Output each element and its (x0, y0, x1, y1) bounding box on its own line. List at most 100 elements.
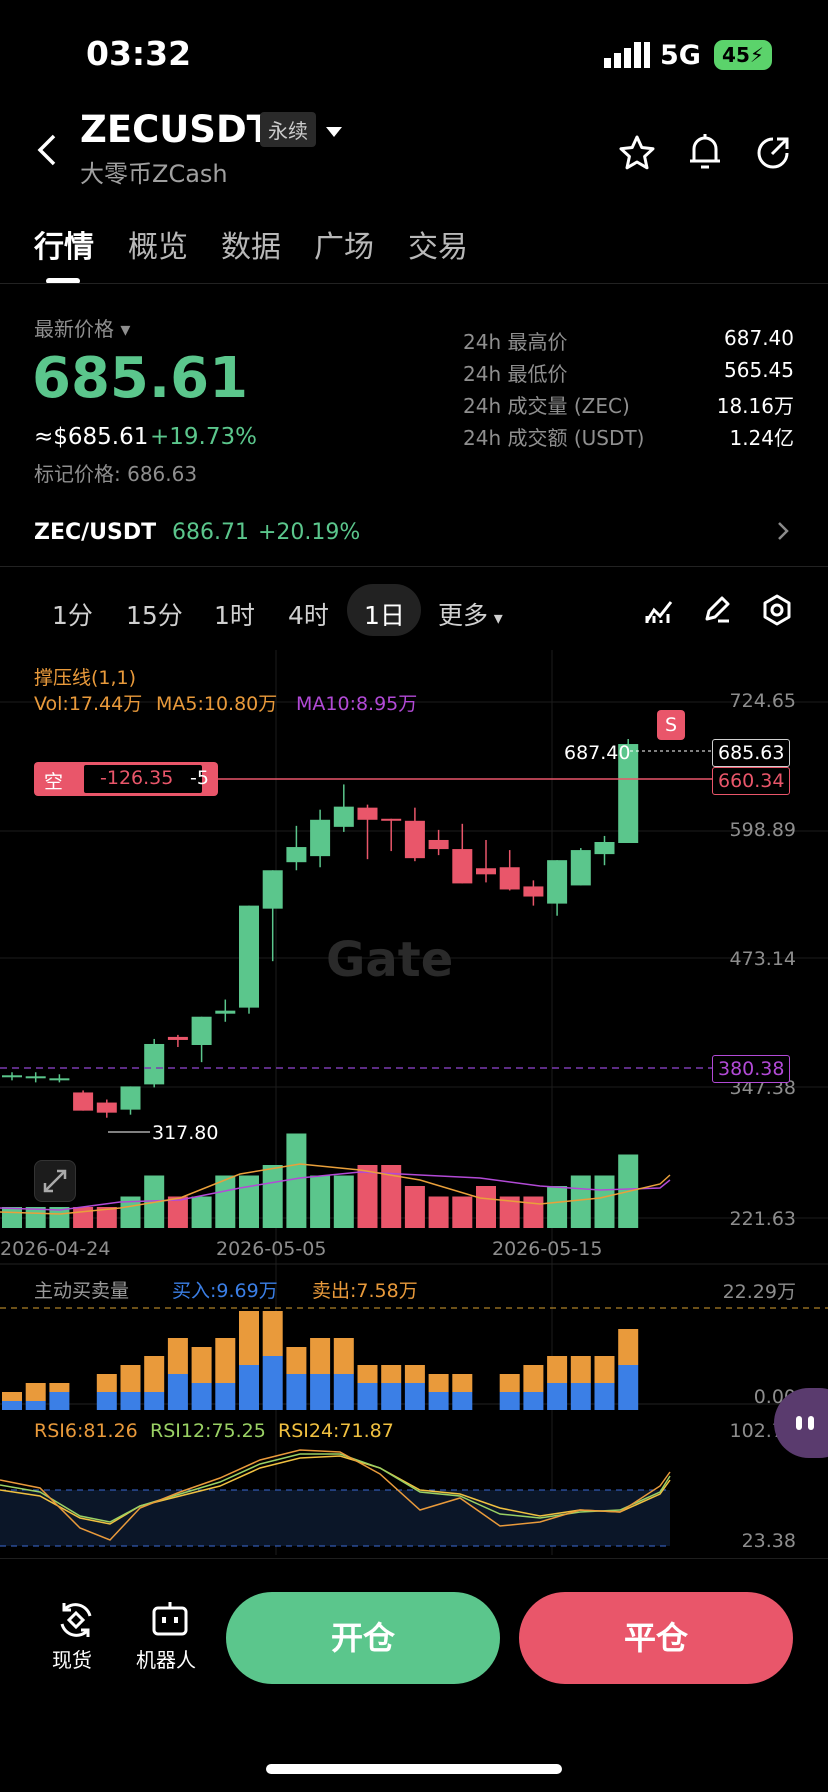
timeframe-15m[interactable]: 15分 (126, 596, 183, 632)
sell-bar (49, 1383, 70, 1392)
chevron-right-icon (776, 520, 790, 546)
tab-square[interactable]: 广场 (314, 222, 374, 266)
buy-bar (594, 1383, 615, 1410)
signal-icon (604, 42, 650, 68)
candle-body (523, 886, 544, 897)
rsi12-label: RSI12:75.25 (150, 1420, 266, 1442)
buy-bar (215, 1383, 236, 1410)
rsi-y-bottom: 23.38 (741, 1530, 796, 1552)
last-price-tag: 685.63 (712, 739, 791, 767)
date-label-1: 2026-04-24 (0, 1238, 111, 1260)
indicator-icon[interactable] (644, 596, 674, 626)
close-position-label: 平仓 (623, 1619, 688, 1657)
symbol-title[interactable]: ZECUSDT (80, 108, 272, 151)
buy-bar (120, 1392, 141, 1410)
mark-price: 标记价格: 686.63 (34, 462, 198, 486)
symbol-subtitle: 大零币ZCash (80, 160, 228, 188)
indicator-label: 撑压线(1,1) (34, 667, 137, 689)
settings-hex-icon[interactable] (761, 594, 793, 626)
stat-value-high: 687.40 (724, 326, 794, 350)
rsi6-label: RSI6:81.26 (34, 1420, 138, 1442)
tab-trade[interactable]: 交易 (408, 222, 468, 266)
buy-bar (381, 1383, 402, 1410)
timeframe-4h[interactable]: 4时 (288, 596, 329, 632)
candle-body (215, 1010, 236, 1014)
buy-bar (191, 1383, 212, 1410)
candle-body (381, 818, 402, 821)
volume-bar (452, 1196, 473, 1228)
buy-bar (547, 1383, 568, 1410)
spot-nav[interactable]: 现货 (50, 1598, 110, 1672)
home-indicator (266, 1764, 562, 1774)
assistant-eye-left (796, 1416, 802, 1430)
expand-icon[interactable] (34, 1160, 76, 1202)
bell-icon[interactable] (686, 132, 724, 172)
timeframe-1h[interactable]: 1时 (214, 596, 255, 632)
candle-body (25, 1076, 46, 1079)
volume-bar (262, 1165, 283, 1228)
candle-body (404, 820, 425, 859)
open-position-button[interactable]: 开仓 (226, 1592, 500, 1684)
stat-value-volume: 18.16万 (716, 394, 794, 418)
buy-bar (96, 1392, 117, 1410)
sell-bar (2, 1392, 22, 1401)
active-sell-label: 卖出:7.58万 (312, 1280, 418, 1302)
spot-pair: ZEC/USDT (34, 520, 157, 545)
stat-label-turnover: 24h 成交额 (USDT) (463, 426, 645, 450)
sell-bar (357, 1365, 378, 1383)
sell-bar (144, 1356, 165, 1392)
share-icon[interactable] (754, 134, 792, 172)
network-type: 5G (660, 40, 701, 71)
stat-label-volume: 24h 成交量 (ZEC) (463, 394, 630, 418)
battery-icon: 45⚡ (714, 40, 772, 70)
support-tag: 380.38 (712, 1055, 791, 1083)
draw-pen-icon[interactable] (702, 594, 732, 624)
buy-bar (428, 1392, 449, 1410)
buy-bar (239, 1365, 259, 1410)
tab-overview[interactable]: 概览 (128, 222, 188, 266)
sell-marker[interactable]: S (657, 710, 685, 740)
candle-body (499, 867, 520, 890)
last-price-label[interactable]: 最新价格 ▾ (34, 313, 130, 342)
position-tag[interactable]: 空 -126.35 -5 (34, 762, 218, 796)
spot-row[interactable]: ZEC/USDT 686.71 +20.19% (0, 510, 828, 556)
robot-nav[interactable]: 机器人 (136, 1598, 206, 1672)
buy-bar (262, 1356, 283, 1410)
position-pnl-value: -126.35 (100, 767, 174, 789)
sell-bar (167, 1338, 188, 1374)
star-icon[interactable] (618, 134, 656, 172)
tab-data[interactable]: 数据 (221, 222, 281, 266)
volume-bar (167, 1196, 188, 1228)
sell-bar (25, 1383, 46, 1401)
timeframe-1d[interactable]: 1日 (364, 596, 405, 632)
volume-bar (333, 1175, 354, 1228)
back-icon[interactable] (34, 132, 60, 168)
sell-bar (381, 1365, 402, 1383)
robot-icon (150, 1600, 190, 1644)
candle-body (96, 1102, 117, 1113)
candle-body (167, 1036, 188, 1040)
tab-divider (0, 283, 828, 284)
position-side: 空 (44, 771, 64, 793)
stat-value-turnover: 1.24亿 (729, 426, 794, 450)
volume-bar (310, 1175, 331, 1228)
candle-body (333, 806, 354, 827)
sell-bar (523, 1365, 544, 1392)
close-position-button[interactable]: 平仓 (519, 1592, 793, 1684)
symbol-dropdown-icon[interactable] (326, 124, 342, 137)
sell-bar (215, 1338, 236, 1383)
bottom-divider (0, 1558, 828, 1559)
spot-nav-label: 现货 (52, 1648, 92, 1672)
timeframe-1m[interactable]: 1分 (52, 596, 93, 632)
sell-bar (570, 1356, 591, 1383)
volume-bar (2, 1207, 22, 1228)
sell-bar (310, 1338, 331, 1374)
tab-market[interactable]: 行情 (34, 222, 94, 266)
candle-body (49, 1078, 70, 1081)
sell-bar (333, 1338, 354, 1374)
spot-change: +20.19% (258, 520, 361, 545)
candle-body (594, 841, 615, 855)
buy-bar (570, 1383, 591, 1410)
more-dropdown-icon: ▾ (488, 608, 503, 629)
timeframe-more[interactable]: 更多 ▾ (438, 596, 503, 632)
